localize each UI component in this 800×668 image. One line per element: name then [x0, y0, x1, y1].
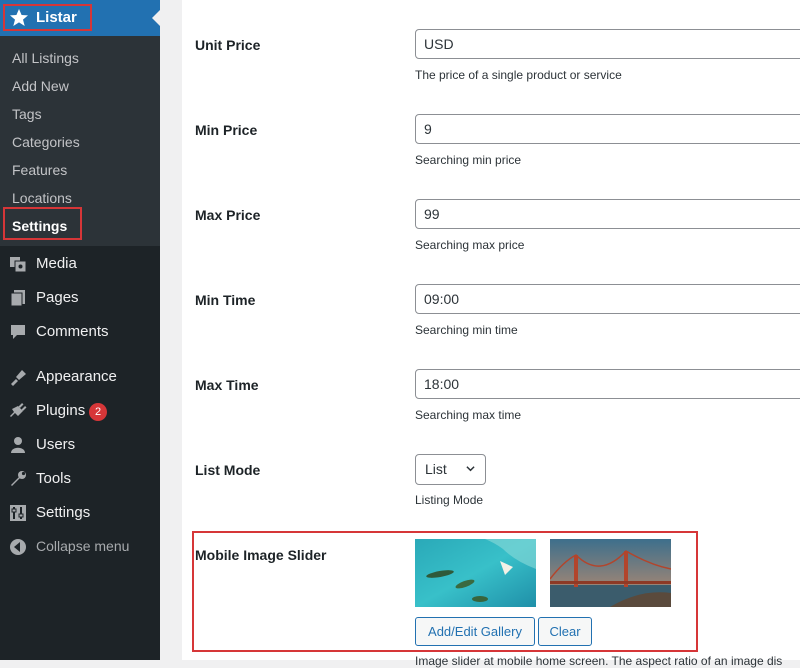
submenu-categories[interactable]: Categories	[12, 134, 80, 150]
min-price-input[interactable]: 9	[415, 114, 800, 144]
mobile-slider-description: Image slider at mobile home screen. The …	[415, 654, 783, 668]
min-time-input[interactable]: 09:00	[415, 284, 800, 314]
max-price-label: Max Price	[195, 207, 261, 223]
min-price-description: Searching min price	[415, 153, 522, 167]
menu-label-plugins: Plugins	[36, 402, 86, 419]
submenu-tags[interactable]: Tags	[12, 106, 42, 122]
menu-item-pages[interactable]: Pages	[0, 281, 160, 315]
max-time-input[interactable]: 18:00	[415, 369, 800, 399]
max-price-input[interactable]: 99	[415, 199, 800, 229]
pages-icon	[10, 290, 25, 307]
unit-price-input[interactable]: USD	[415, 29, 800, 59]
unit-price-description: The price of a single product or service	[415, 68, 622, 82]
content-gutter	[160, 0, 182, 660]
settings-highlight-box	[3, 207, 82, 240]
min-time-label: Min Time	[195, 292, 256, 308]
tools-icon	[11, 471, 26, 486]
menu-label-tools: Tools	[36, 470, 72, 487]
list-mode-select[interactable]: List	[415, 454, 486, 485]
plugins-icon	[10, 403, 27, 417]
gallery-thumbnail-golden-gate[interactable]	[550, 539, 671, 607]
add-edit-gallery-button[interactable]: Add/Edit Gallery	[415, 617, 535, 646]
submenu-add-new[interactable]: Add New	[12, 78, 69, 94]
clear-gallery-button[interactable]: Clear	[538, 617, 592, 646]
unit-price-label: Unit Price	[195, 37, 261, 53]
menu-label-appearance: Appearance	[36, 368, 117, 385]
star-icon	[10, 9, 28, 26]
menu-item-media[interactable]: Media	[0, 247, 160, 281]
submenu-locations[interactable]: Locations	[12, 190, 72, 206]
admin-sidebar: Listar All Listings Add New Tags Categor…	[0, 0, 160, 660]
appearance-icon	[11, 370, 26, 386]
comments-icon	[11, 325, 25, 339]
list-mode-description: Listing Mode	[415, 493, 484, 507]
current-menu-arrow	[152, 10, 160, 26]
submenu-all-listings[interactable]: All Listings	[12, 50, 79, 66]
menu-item-listar[interactable]: Listar	[0, 0, 160, 36]
media-icon	[10, 257, 27, 273]
menu-label-collapse: Collapse menu	[36, 538, 130, 554]
min-price-label: Min Price	[195, 122, 258, 138]
settings-icon	[10, 505, 26, 521]
menu-label-media: Media	[36, 255, 77, 272]
menu-item-tools[interactable]: Tools	[0, 462, 160, 496]
golden-gate-image	[550, 539, 671, 607]
max-price-description: Searching max price	[415, 238, 525, 252]
aerial-beach-image	[415, 539, 536, 607]
menu-label-settings: Settings	[36, 504, 91, 521]
menu-item-comments[interactable]: Comments	[0, 315, 160, 349]
mobile-slider-label: Mobile Image Slider	[195, 547, 327, 563]
max-time-description: Searching max time	[415, 408, 522, 422]
max-time-label: Max Time	[195, 377, 259, 393]
menu-label-pages: Pages	[36, 289, 79, 306]
menu-item-plugins[interactable]: Plugins 2	[0, 394, 160, 428]
menu-item-settings[interactable]: Settings	[0, 496, 160, 530]
users-icon	[11, 437, 25, 453]
gallery-thumbnail-aerial-beach[interactable]	[415, 539, 536, 607]
menu-item-appearance[interactable]: Appearance	[0, 360, 160, 394]
menu-item-users[interactable]: Users	[0, 428, 160, 462]
settings-form: Unit Price USD The price of a single pro…	[182, 0, 800, 668]
chevron-down-icon	[466, 466, 475, 472]
plugins-update-badge: 2	[89, 403, 107, 421]
collapse-menu-button[interactable]: Collapse menu	[0, 530, 160, 564]
menu-label-users: Users	[36, 436, 76, 453]
submenu-features[interactable]: Features	[12, 162, 67, 178]
collapse-icon	[10, 539, 26, 555]
menu-label-comments: Comments	[36, 323, 109, 340]
menu-label-listar: Listar	[36, 9, 77, 26]
min-time-description: Searching min time	[415, 323, 518, 337]
list-mode-value: List	[425, 461, 447, 477]
list-mode-label: List Mode	[195, 462, 261, 478]
